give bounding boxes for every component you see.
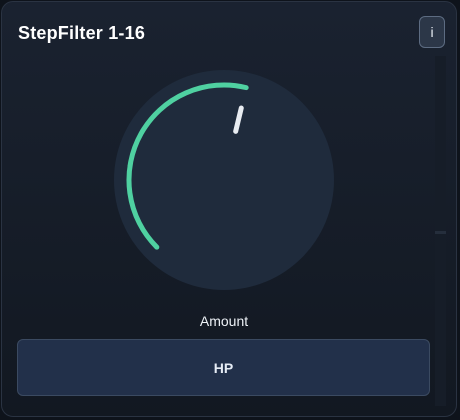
info-button[interactable]: i (419, 16, 445, 48)
filter-mode-button[interactable]: HP (17, 339, 430, 396)
knob-graphic (114, 70, 334, 290)
amount-knob[interactable] (108, 64, 340, 296)
plugin-panel: StepFilter 1-16 i Amount HP (1, 1, 457, 417)
knob-body (114, 70, 334, 290)
scrollbar-thumb[interactable] (435, 231, 446, 234)
panel-title: StepFilter 1-16 (18, 23, 146, 43)
knob-label: Amount (199, 313, 249, 329)
